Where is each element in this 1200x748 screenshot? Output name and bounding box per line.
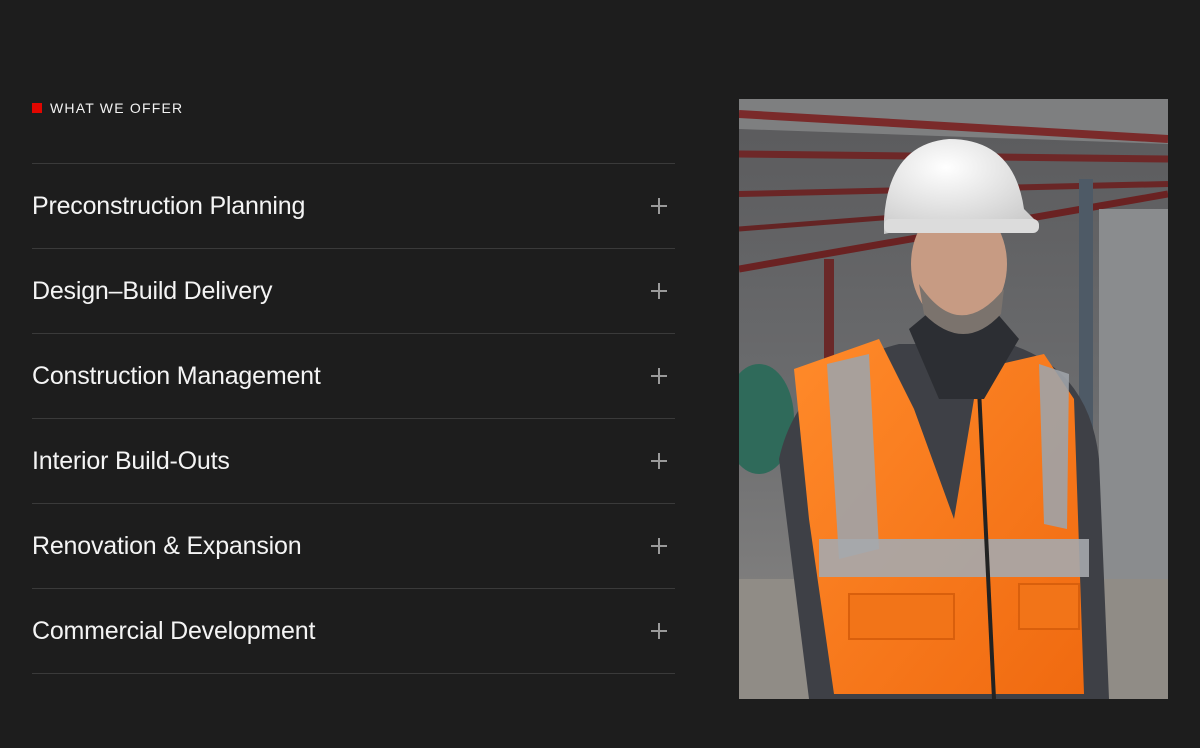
accordion-item-commercial-development[interactable]: Commercial Development <box>32 589 675 674</box>
plus-icon[interactable] <box>651 623 667 639</box>
plus-icon[interactable] <box>651 283 667 299</box>
accordion-item-construction-management[interactable]: Construction Management <box>32 334 675 419</box>
services-section: WHAT WE OFFER Preconstruction Planning D… <box>0 0 1200 748</box>
accordion-item-title: Construction Management <box>32 361 321 390</box>
accordion-item-title: Design–Build Delivery <box>32 276 273 305</box>
accordion-item-preconstruction-planning[interactable]: Preconstruction Planning <box>32 164 675 249</box>
eyebrow-label: WHAT WE OFFER <box>50 100 184 116</box>
accordion-item-title: Commercial Development <box>32 616 316 645</box>
plus-icon[interactable] <box>651 453 667 469</box>
plus-icon[interactable] <box>651 538 667 554</box>
accent-square-icon <box>32 103 42 113</box>
accordion-item-title: Preconstruction Planning <box>32 191 306 220</box>
accordion-item-design-build-delivery[interactable]: Design–Build Delivery <box>32 249 675 334</box>
construction-worker-photo <box>739 99 1168 699</box>
accordion-item-renovation-expansion[interactable]: Renovation & Expansion <box>32 504 675 589</box>
section-eyebrow: WHAT WE OFFER <box>32 100 183 116</box>
accordion-item-interior-build-outs[interactable]: Interior Build-Outs <box>32 419 675 504</box>
accordion-item-title: Interior Build-Outs <box>32 446 230 475</box>
accordion-item-title: Renovation & Expansion <box>32 531 302 560</box>
plus-icon[interactable] <box>651 368 667 384</box>
services-accordion: Preconstruction Planning Design–Build De… <box>32 163 675 674</box>
plus-icon[interactable] <box>651 198 667 214</box>
